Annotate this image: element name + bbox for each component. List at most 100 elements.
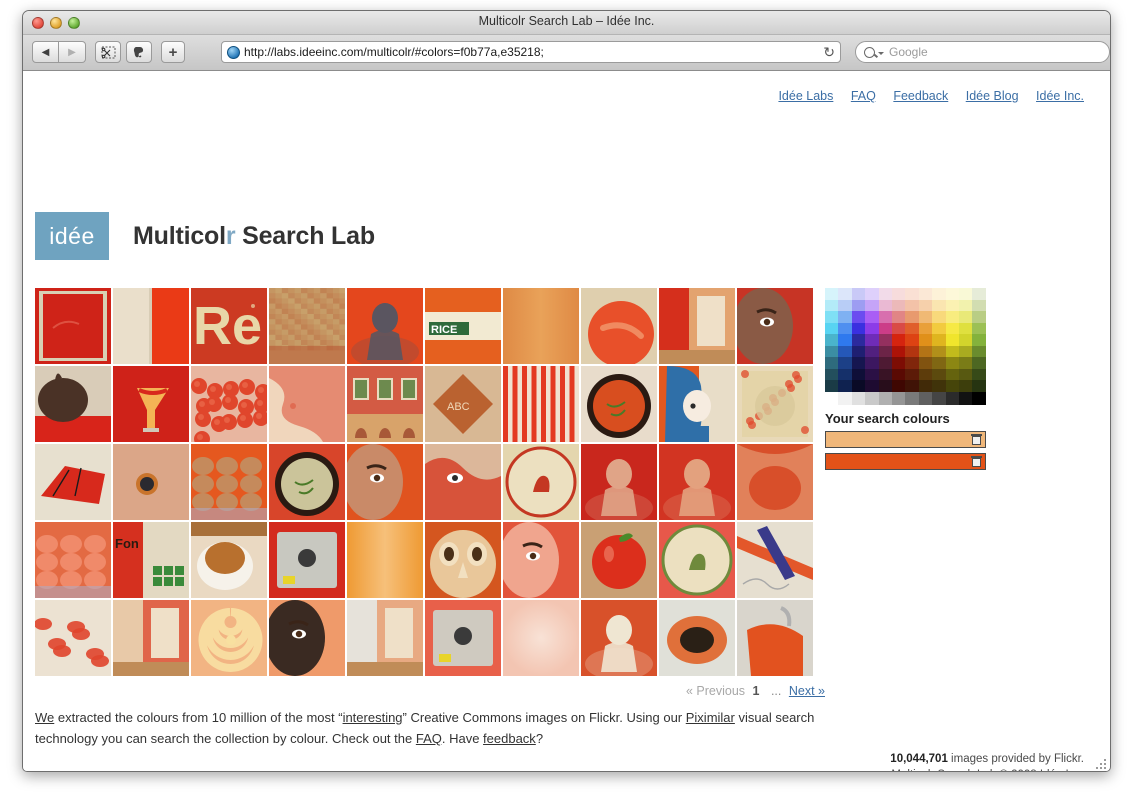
palette-swatch-1-0[interactable]	[825, 299, 839, 311]
result-thumbnail-rose-petals-table[interactable]	[35, 600, 111, 676]
palette-gray-swatch-5[interactable]	[892, 391, 906, 405]
palette-swatch-8-6[interactable]	[905, 380, 919, 392]
palette-swatch-7-8[interactable]	[932, 368, 946, 380]
palette-swatch-3-5[interactable]	[892, 322, 906, 334]
palette-swatch-0-5[interactable]	[892, 288, 906, 300]
palette-swatch-6-1[interactable]	[838, 357, 852, 369]
palette-swatch-3-8[interactable]	[932, 322, 946, 334]
blurb-link-we[interactable]: We	[35, 710, 54, 725]
new-tab-button[interactable]: +	[161, 41, 185, 63]
chevron-down-icon[interactable]	[878, 51, 884, 55]
palette-swatch-6-9[interactable]	[945, 357, 960, 369]
palette-swatch-5-11[interactable]	[972, 345, 986, 357]
result-thumbnail-hallway-red-wall[interactable]	[659, 288, 735, 364]
palette-swatch-3-4[interactable]	[878, 322, 893, 334]
palette-swatch-1-5[interactable]	[892, 299, 906, 311]
palette-swatch-2-10[interactable]	[959, 311, 973, 323]
result-thumbnail-appliance-control-panel[interactable]	[269, 522, 345, 598]
palette-swatch-2-2[interactable]	[851, 311, 866, 323]
result-thumbnail-orange-light-wall[interactable]	[347, 522, 423, 598]
palette-swatch-7-4[interactable]	[878, 368, 893, 380]
palette-swatch-2-6[interactable]	[905, 311, 919, 323]
result-thumbnail-cocktail-glass-red[interactable]	[113, 366, 189, 442]
result-thumbnail-tomato-soup-bowl[interactable]	[581, 366, 657, 442]
result-thumbnail-red-haired-doll[interactable]	[659, 366, 735, 442]
palette-swatch-7-10[interactable]	[959, 368, 973, 380]
palette-gray-swatch-6[interactable]	[905, 391, 919, 405]
resize-grip[interactable]	[1095, 758, 1108, 771]
result-thumbnail-fondue-poster[interactable]: Fon	[113, 522, 189, 598]
palette-swatch-6-7[interactable]	[918, 357, 933, 369]
palette-swatch-4-9[interactable]	[945, 334, 960, 346]
palette-swatch-6-5[interactable]	[892, 357, 906, 369]
search-bar[interactable]: Google	[855, 41, 1110, 63]
result-thumbnail-cracked-orange-wall[interactable]	[269, 288, 345, 364]
palette-swatch-7-9[interactable]	[945, 368, 960, 380]
result-thumbnail-deer-illustration-plate[interactable]	[503, 444, 579, 520]
result-thumbnail-coffee-cup-saucer[interactable]	[191, 522, 267, 598]
result-thumbnail-red-paper-sculpture[interactable]	[35, 444, 111, 520]
palette-swatch-3-10[interactable]	[959, 322, 973, 334]
result-thumbnail-red-lingerie-model[interactable]	[581, 444, 657, 520]
palette-swatch-8-10[interactable]	[959, 380, 973, 392]
reload-icon[interactable]: ↻	[819, 44, 835, 61]
result-thumbnail-pastries-on-tray[interactable]	[191, 444, 267, 520]
result-thumbnail-bathroom-orange-wall[interactable]	[347, 600, 423, 676]
result-thumbnail-watermelon-chunks[interactable]	[35, 522, 111, 598]
palette-swatch-3-0[interactable]	[825, 322, 839, 334]
result-thumbnail-rice-package-label[interactable]: RICE	[425, 288, 501, 364]
palette-swatch-2-4[interactable]	[878, 311, 893, 323]
nav-link-faq[interactable]: FAQ	[851, 89, 876, 103]
next-page-link[interactable]: Next »	[789, 684, 825, 698]
result-thumbnail-face-through-red-haze[interactable]	[503, 522, 579, 598]
palette-swatch-1-6[interactable]	[905, 299, 919, 311]
result-thumbnail-face-eye-closeup[interactable]	[737, 288, 813, 364]
palette-swatch-1-4[interactable]	[878, 299, 893, 311]
idee-logo[interactable]: idée	[35, 212, 109, 260]
palette-swatch-8-2[interactable]	[851, 380, 866, 392]
nav-link-feedback[interactable]: Feedback	[893, 89, 948, 103]
palette-swatch-1-1[interactable]	[838, 299, 852, 311]
palette-gray-swatch-11[interactable]	[972, 391, 986, 405]
result-thumbnail-orange-bag-zipper[interactable]	[737, 600, 813, 676]
nav-link-idee-labs[interactable]: Idée Labs	[778, 89, 833, 103]
palette-swatch-3-3[interactable]	[865, 322, 879, 334]
address-bar[interactable]: http://labs.ideeinc.com/multicolr/#color…	[221, 41, 841, 63]
palette-swatch-3-6[interactable]	[905, 322, 919, 334]
palette-swatch-5-7[interactable]	[918, 345, 933, 357]
palette-swatch-4-8[interactable]	[932, 334, 946, 346]
palette-swatch-7-6[interactable]	[905, 368, 919, 380]
result-thumbnail-polka-dot-card[interactable]	[737, 366, 813, 442]
palette-swatch-0-6[interactable]	[905, 288, 919, 300]
palette-swatch-6-2[interactable]	[851, 357, 866, 369]
palette-swatch-0-10[interactable]	[959, 288, 973, 300]
palette-swatch-4-1[interactable]	[838, 334, 852, 346]
palette-swatch-7-5[interactable]	[892, 368, 906, 380]
palette-swatch-1-8[interactable]	[932, 299, 946, 311]
palette-swatch-4-11[interactable]	[972, 334, 986, 346]
result-thumbnail-painted-face-art[interactable]	[425, 444, 501, 520]
palette-swatch-0-9[interactable]	[945, 288, 960, 300]
palette-swatch-5-4[interactable]	[878, 345, 893, 357]
result-thumbnail-carved-owl-figure[interactable]	[425, 522, 501, 598]
palette-swatch-8-9[interactable]	[945, 380, 960, 392]
palette-swatch-4-10[interactable]	[959, 334, 973, 346]
palette-swatch-6-11[interactable]	[972, 357, 986, 369]
palette-swatch-2-11[interactable]	[972, 311, 986, 323]
palette-swatch-2-8[interactable]	[932, 311, 946, 323]
palette-swatch-6-6[interactable]	[905, 357, 919, 369]
result-thumbnail-orange-wooden-sign[interactable]: ABC	[425, 366, 501, 442]
palette-swatch-1-9[interactable]	[945, 299, 960, 311]
result-thumbnail-soft-pink-blur[interactable]	[503, 600, 579, 676]
nav-link-idee-inc[interactable]: Idée Inc.	[1036, 89, 1084, 103]
palette-swatch-4-4[interactable]	[878, 334, 893, 346]
result-thumbnail-red-white-stripes[interactable]	[503, 366, 579, 442]
palette-swatch-8-7[interactable]	[918, 380, 933, 392]
blurb-link-piximilar[interactable]: Piximilar	[686, 710, 735, 725]
palette-gray-swatch-0[interactable]	[825, 391, 839, 405]
result-thumbnail-floral-pattern-dish[interactable]	[659, 522, 735, 598]
palette-swatch-3-2[interactable]	[851, 322, 866, 334]
palette-swatch-3-1[interactable]	[838, 322, 852, 334]
result-thumbnail-orange-room-doorway[interactable]	[113, 600, 189, 676]
palette-swatch-7-0[interactable]	[825, 368, 839, 380]
